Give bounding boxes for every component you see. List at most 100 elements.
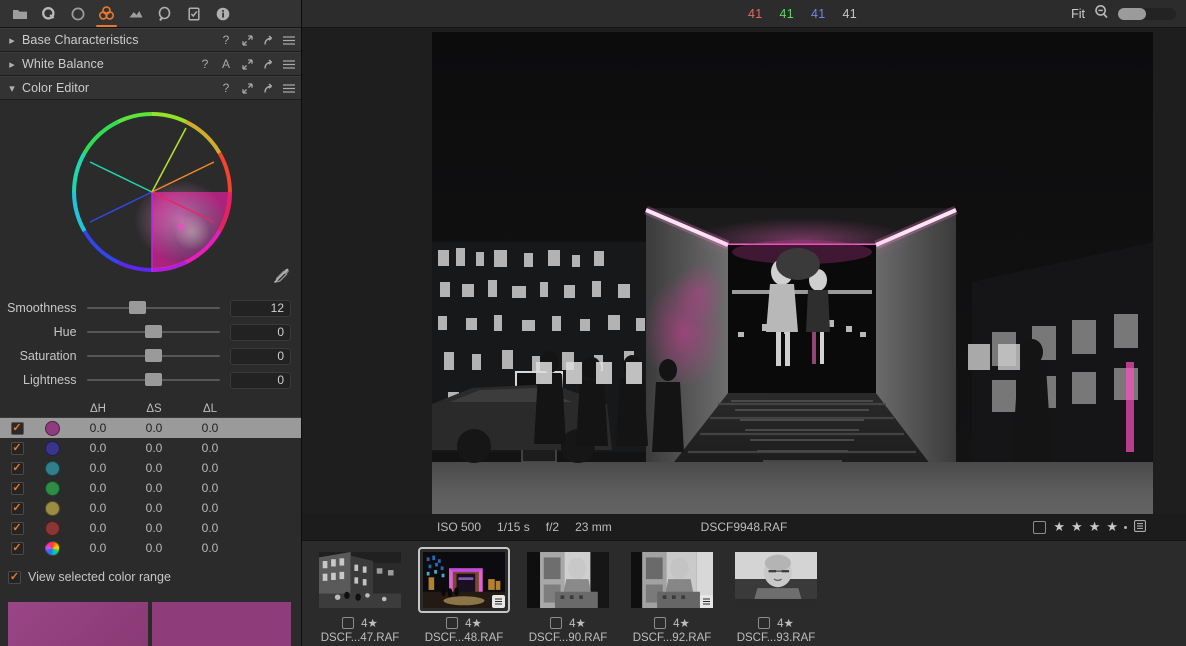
zoom-slider[interactable] — [1118, 8, 1176, 20]
row-checkbox[interactable]: ✓ — [0, 422, 34, 435]
table-row[interactable]: ✓ 0.0 0.0 0.0 — [0, 538, 301, 558]
metadata-icon[interactable] — [209, 0, 236, 27]
variants-icon[interactable] — [1134, 520, 1146, 535]
preview-image[interactable]: P — [432, 32, 1153, 515]
adjustments-icon[interactable] — [180, 0, 207, 27]
thumb-frame[interactable] — [314, 547, 406, 613]
preview-swatch-before[interactable] — [8, 602, 148, 646]
thumb-checkbox[interactable] — [342, 617, 354, 629]
row-swatch-rainbow[interactable] — [34, 541, 70, 556]
saturation-value[interactable]: 0 — [230, 348, 291, 365]
variants-icon[interactable] — [700, 595, 713, 608]
folder-icon[interactable] — [6, 0, 33, 27]
thumb-frame[interactable] — [626, 547, 718, 613]
row-delta-s[interactable]: 0.0 — [126, 481, 182, 495]
help-icon[interactable]: ? — [220, 33, 232, 47]
slider-handle[interactable] — [145, 349, 162, 362]
variants-icon[interactable] — [492, 595, 505, 608]
row-swatch[interactable] — [34, 501, 70, 516]
color-icon[interactable] — [93, 0, 120, 27]
slider-handle[interactable] — [129, 301, 146, 314]
filmstrip[interactable]: 4★ DSCF...47.RAF — [302, 540, 1186, 646]
star-3[interactable]: ★ — [1089, 519, 1101, 535]
eyedropper-disabled-icon[interactable] — [271, 266, 291, 291]
star-2[interactable]: ★ — [1071, 519, 1083, 535]
row-delta-h[interactable]: 0.0 — [70, 501, 126, 515]
row-delta-h[interactable]: 0.0 — [70, 461, 126, 475]
row-swatch[interactable] — [34, 441, 70, 456]
row-swatch[interactable] — [34, 421, 70, 436]
thumb-rating[interactable]: 4★ — [465, 616, 482, 630]
reset-icon[interactable] — [262, 57, 274, 71]
row-delta-h[interactable]: 0.0 — [70, 421, 126, 435]
row-checkbox[interactable]: ✓ — [0, 542, 34, 555]
slider-handle[interactable] — [145, 373, 162, 386]
table-row[interactable]: ✓ 0.0 0.0 0.0 — [0, 498, 301, 518]
row-delta-l[interactable]: 0.0 — [182, 541, 238, 555]
row-delta-s[interactable]: 0.0 — [126, 421, 182, 435]
row-delta-h[interactable]: 0.0 — [70, 481, 126, 495]
thumb-rating[interactable]: 4★ — [569, 616, 586, 630]
reset-icon[interactable] — [262, 81, 274, 95]
menu-icon[interactable] — [283, 33, 295, 47]
view-selected-color-range-toggle[interactable]: ✓ View selected color range — [0, 558, 301, 584]
row-checkbox[interactable]: ✓ — [0, 502, 34, 515]
hue-value[interactable]: 0 — [230, 324, 291, 341]
lens-icon[interactable] — [64, 0, 91, 27]
row-delta-s[interactable]: 0.0 — [126, 461, 182, 475]
table-row[interactable]: ✓ 0.0 0.0 0.0 — [0, 418, 301, 438]
row-delta-s[interactable]: 0.0 — [126, 501, 182, 515]
row-delta-s[interactable]: 0.0 — [126, 541, 182, 555]
row-swatch[interactable] — [34, 521, 70, 536]
row-delta-h[interactable]: 0.0 — [70, 521, 126, 535]
row-delta-s[interactable]: 0.0 — [126, 441, 182, 455]
table-row[interactable]: ✓ 0.0 0.0 0.0 — [0, 478, 301, 498]
row-delta-h[interactable]: 0.0 — [70, 441, 126, 455]
row-delta-l[interactable]: 0.0 — [182, 481, 238, 495]
preview-swatch-after[interactable] — [152, 602, 292, 646]
reset-icon[interactable] — [262, 33, 274, 47]
help-icon[interactable]: ? — [199, 57, 211, 71]
quick-icon[interactable] — [35, 0, 62, 27]
thumb-checkbox[interactable] — [654, 617, 666, 629]
row-delta-h[interactable]: 0.0 — [70, 541, 126, 555]
thumb-rating[interactable]: 4★ — [673, 616, 690, 630]
smoothness-slider[interactable] — [87, 298, 220, 318]
expand-icon[interactable] — [241, 33, 253, 47]
thumb-frame[interactable] — [522, 547, 614, 613]
details-icon[interactable] — [151, 0, 178, 27]
row-checkbox[interactable]: ✓ — [0, 462, 34, 475]
row-checkbox[interactable]: ✓ — [0, 442, 34, 455]
exposure-icon[interactable] — [122, 0, 149, 27]
star-5-empty[interactable] — [1124, 526, 1127, 529]
section-header-white-balance[interactable]: ▸ White Balance ? A — [0, 52, 301, 76]
table-row[interactable]: ✓ 0.0 0.0 0.0 — [0, 458, 301, 478]
thumb-checkbox[interactable] — [446, 617, 458, 629]
row-delta-s[interactable]: 0.0 — [126, 521, 182, 535]
zoom-slider-handle[interactable] — [1118, 8, 1146, 20]
help-icon[interactable]: ? — [220, 81, 232, 95]
star-rating[interactable]: ★ ★ ★ ★ — [1053, 519, 1127, 535]
row-delta-l[interactable]: 0.0 — [182, 441, 238, 455]
star-4[interactable]: ★ — [1106, 519, 1118, 535]
menu-icon[interactable] — [283, 57, 295, 71]
thumb-frame[interactable] — [730, 547, 822, 613]
expand-icon[interactable] — [241, 81, 253, 95]
row-delta-l[interactable]: 0.0 — [182, 521, 238, 535]
section-header-base-characteristics[interactable]: ▸ Base Characteristics ? — [0, 28, 301, 52]
thumb-frame[interactable] — [418, 547, 510, 613]
section-header-color-editor[interactable]: ▾ Color Editor ? — [0, 76, 301, 100]
slider-handle[interactable] — [145, 325, 162, 338]
filmstrip-thumb-4[interactable]: 4★ DSCF...93.RAF — [724, 547, 828, 644]
row-checkbox[interactable]: ✓ — [0, 522, 34, 535]
hue-slider[interactable] — [87, 322, 220, 342]
filmstrip-thumb-3[interactable]: 4★ DSCF...92.RAF — [620, 547, 724, 644]
color-wheel[interactable] — [68, 108, 236, 276]
expand-icon[interactable] — [241, 57, 253, 71]
selection-checkbox[interactable] — [1033, 521, 1046, 534]
saturation-slider[interactable] — [87, 346, 220, 366]
star-1[interactable]: ★ — [1053, 519, 1065, 535]
thumb-rating[interactable]: 4★ — [361, 616, 378, 630]
lightness-slider[interactable] — [87, 370, 220, 390]
zoom-out-icon[interactable] — [1094, 4, 1109, 24]
